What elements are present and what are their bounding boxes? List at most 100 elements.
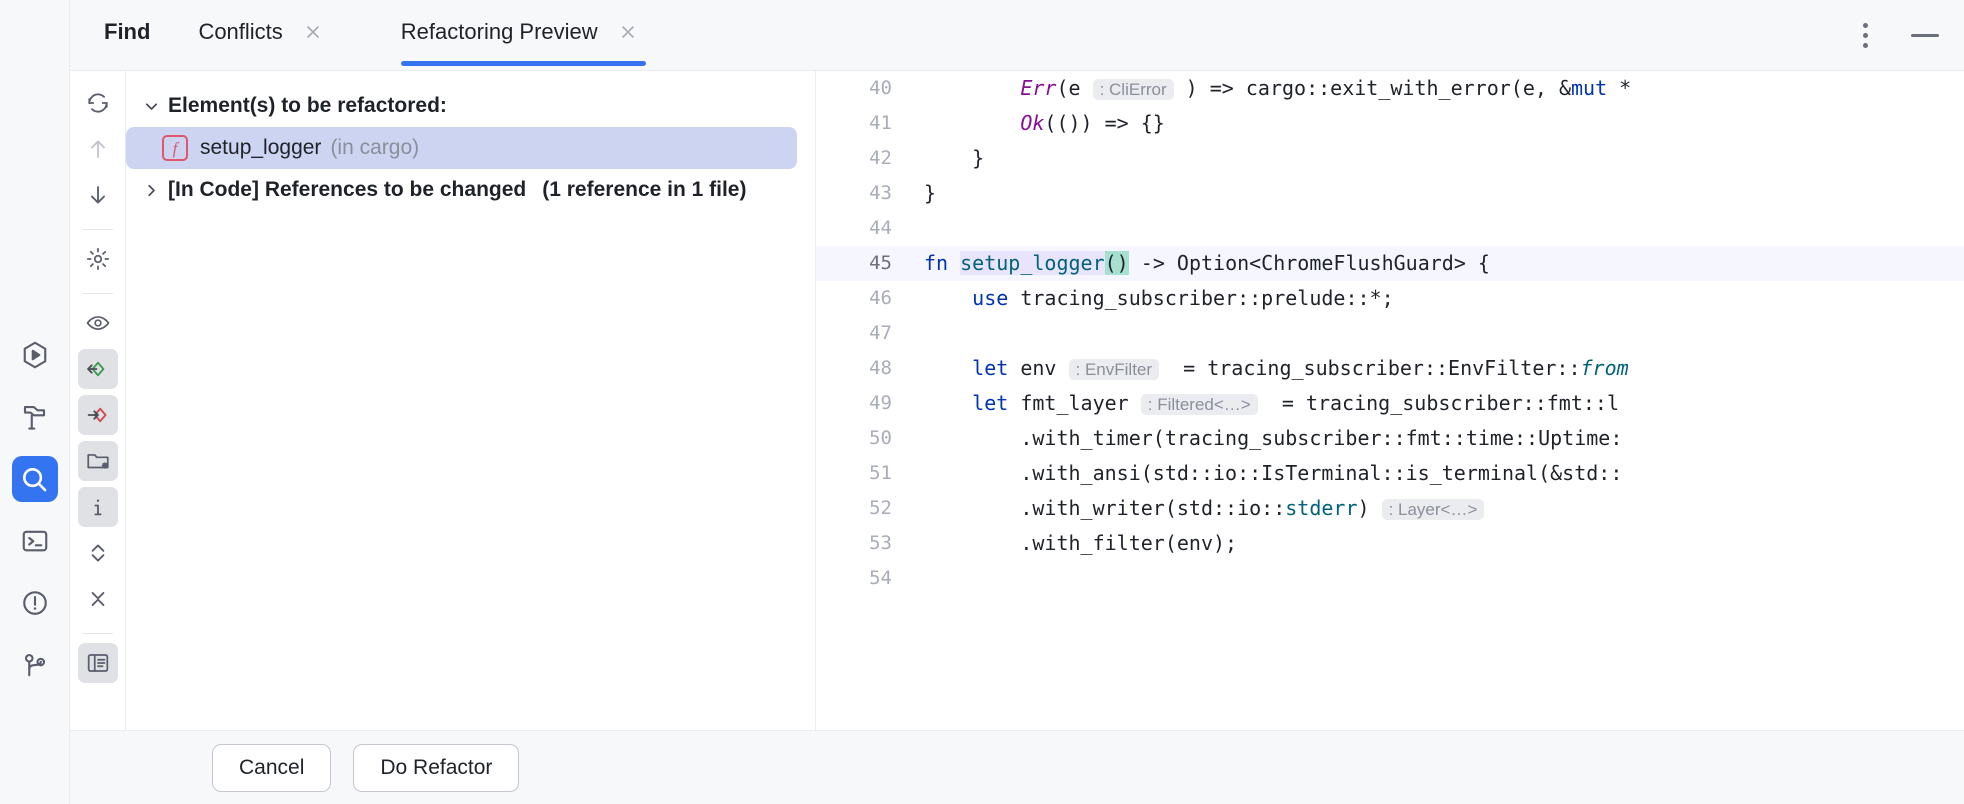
open-editor-icon[interactable] <box>78 643 118 683</box>
code-text: let fmt_layer : Filtered<…> = tracing_su… <box>918 386 1964 422</box>
line-number: 45 <box>816 246 914 281</box>
more-options-icon[interactable] <box>1848 18 1882 52</box>
code-text: use tracing_subscriber::prelude::*; <box>918 281 1964 316</box>
code-token: fn <box>924 251 948 275</box>
tree-root-label: Element(s) to be refactored: <box>168 94 447 118</box>
code-text: .with_ansi(std::io::IsTerminal::is_termi… <box>918 456 1964 491</box>
version-control-icon[interactable] <box>12 642 58 688</box>
build-icon[interactable] <box>12 394 58 440</box>
settings-gear-icon[interactable] <box>78 239 118 279</box>
line-number: 40 <box>816 71 914 106</box>
group-by-directory-icon[interactable] <box>78 441 118 481</box>
line-number: 52 <box>816 491 914 526</box>
code-text: } <box>918 176 1964 211</box>
tree-row-element[interactable]: f setup_logger (in cargo) <box>126 127 797 169</box>
content-split: Element(s) to be refactored: f setup_log… <box>70 70 1964 730</box>
code-line[interactable]: 49 let fmt_layer : Filtered<…> = tracing… <box>816 386 1964 421</box>
code-token <box>924 286 972 310</box>
search-icon[interactable] <box>12 456 58 502</box>
toolbar-separator <box>83 229 113 230</box>
code-token: .with_writer(std::io:: <box>924 496 1285 520</box>
code-token: .with_ansi(std::io::IsTerminal::is_termi… <box>924 461 1622 485</box>
next-occurrence-icon[interactable] <box>78 175 118 215</box>
element-name: setup_logger <box>200 136 321 160</box>
code-line[interactable]: 41 Ok(()) => {} <box>816 106 1964 141</box>
code-preview[interactable]: 40 Err(e : CliError ) => cargo::exit_wit… <box>816 71 1964 730</box>
tab-refactoring-preview[interactable]: Refactoring Preview <box>401 0 646 70</box>
code-line[interactable]: 43} <box>816 176 1964 211</box>
code-token: from <box>1580 356 1628 380</box>
code-token <box>924 76 1020 100</box>
code-token: (e <box>1056 76 1092 100</box>
close-icon[interactable] <box>295 14 331 50</box>
code-line[interactable]: 46 use tracing_subscriber::prelude::*; <box>816 281 1964 316</box>
line-number: 50 <box>816 421 914 456</box>
find-window: Find Conflicts Refactoring Preview <box>70 0 1964 804</box>
code-token: stderr <box>1285 496 1357 520</box>
show-details-icon[interactable] <box>78 487 118 527</box>
code-text: Ok(()) => {} <box>918 106 1964 141</box>
toolbar-separator <box>83 633 113 634</box>
code-token: let <box>972 391 1008 415</box>
rerun-search-icon[interactable] <box>78 83 118 123</box>
line-number: 43 <box>816 176 914 211</box>
minimize-icon[interactable] <box>1908 18 1942 52</box>
code-text: .with_writer(std::io::stderr) : Layer<…> <box>918 491 1964 527</box>
problems-icon[interactable] <box>12 580 58 626</box>
cancel-button[interactable]: Cancel <box>212 744 331 792</box>
code-lines: 40 Err(e : CliError ) => cargo::exit_wit… <box>816 71 1964 596</box>
write-access-icon[interactable] <box>78 395 118 435</box>
code-line[interactable]: 40 Err(e : CliError ) => cargo::exit_wit… <box>816 71 1964 106</box>
tree-row-root[interactable]: Element(s) to be refactored: <box>126 85 815 127</box>
line-number: 54 <box>816 561 914 596</box>
code-line[interactable]: 44 <box>816 211 1964 246</box>
code-line[interactable]: 50 .with_timer(tracing_subscriber::fmt::… <box>816 421 1964 456</box>
code-token <box>924 356 972 380</box>
code-line[interactable]: 52 .with_writer(std::io::stderr) : Layer… <box>816 491 1964 526</box>
tree-row-references[interactable]: [In Code] References to be changed (1 re… <box>126 169 815 211</box>
code-line[interactable]: 48 let env : EnvFilter = tracing_subscri… <box>816 351 1964 386</box>
page-title: Find <box>104 0 150 70</box>
find-toolbar <box>70 71 126 730</box>
line-number: 44 <box>816 211 914 246</box>
code-token: = tracing_subscriber::fmt::l <box>1258 391 1619 415</box>
code-line[interactable]: 47 <box>816 316 1964 351</box>
code-token: .with_filter(env); <box>924 531 1237 555</box>
read-access-icon[interactable] <box>78 349 118 389</box>
line-number: 53 <box>816 526 914 561</box>
code-text: Err(e : CliError ) => cargo::exit_with_e… <box>918 71 1964 107</box>
code-text: .with_filter(env); <box>918 526 1964 561</box>
run-icon[interactable] <box>12 332 58 378</box>
toolbar-separator <box>83 293 113 294</box>
activity-rail <box>0 0 70 804</box>
chevron-down-icon[interactable] <box>134 97 168 116</box>
do-refactor-button[interactable]: Do Refactor <box>353 744 519 792</box>
tab-conflicts[interactable]: Conflicts <box>198 0 330 70</box>
line-number: 46 <box>816 281 914 316</box>
close-icon[interactable] <box>610 14 646 50</box>
terminal-icon[interactable] <box>12 518 58 564</box>
line-number: 51 <box>816 456 914 491</box>
code-token <box>924 391 972 415</box>
inlay-hint: : CliError <box>1093 79 1174 100</box>
function-icon: f <box>162 135 188 161</box>
code-text: .with_timer(tracing_subscriber::fmt::tim… <box>918 421 1964 456</box>
code-token: Ok <box>1020 111 1044 135</box>
collapse-all-icon[interactable] <box>78 579 118 619</box>
code-line[interactable]: 54 <box>816 561 1964 596</box>
expand-all-icon[interactable] <box>78 533 118 573</box>
inlay-hint: : Layer<…> <box>1382 499 1485 520</box>
code-line[interactable]: 42 } <box>816 141 1964 176</box>
code-token: tracing_subscriber::prelude::*; <box>1008 286 1393 310</box>
chevron-right-icon[interactable] <box>134 181 168 200</box>
code-token: use <box>972 286 1008 310</box>
code-line[interactable]: 51 .with_ansi(std::io::IsTerminal::is_te… <box>816 456 1964 491</box>
code-token: ) => cargo::exit_with_error(e, & <box>1174 76 1571 100</box>
window-title: Find <box>104 19 150 45</box>
preview-eye-icon[interactable] <box>78 303 118 343</box>
code-line[interactable]: 45fn setup_logger() -> Option<ChromeFlus… <box>816 246 1964 281</box>
code-line[interactable]: 53 .with_filter(env); <box>816 526 1964 561</box>
previous-occurrence-icon[interactable] <box>78 129 118 169</box>
inlay-hint: : EnvFilter <box>1069 359 1160 380</box>
code-token: ) <box>1357 496 1381 520</box>
